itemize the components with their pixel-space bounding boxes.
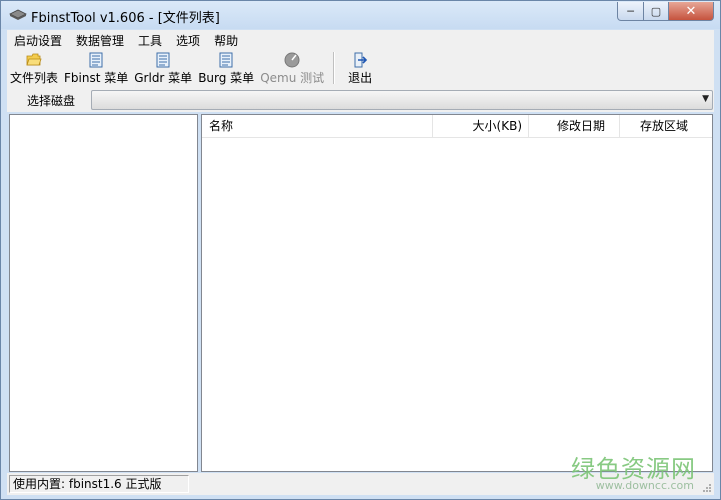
fbinst-menu-button[interactable]: Fbinst 菜单: [61, 50, 131, 85]
status-text: 使用内置: fbinst1.6 正式版: [9, 475, 189, 493]
qemu-test-label: Qemu 测试: [260, 71, 325, 85]
maximize-button[interactable]: ▢: [644, 2, 669, 21]
file-list-label: 文件列表: [10, 71, 59, 85]
column-header-date[interactable]: 修改日期: [529, 115, 620, 137]
menu-options[interactable]: 选项: [169, 32, 207, 49]
window-controls: ─ ▢ ✕: [617, 2, 714, 22]
file-list-button[interactable]: 文件列表: [7, 50, 61, 85]
document-icon: [155, 52, 171, 68]
menu-help[interactable]: 帮助: [207, 32, 245, 49]
exit-label: 退出: [348, 71, 373, 85]
file-list-panel[interactable]: 名称 大小(KB) 修改日期 存放区域: [201, 114, 713, 472]
menu-boot-settings[interactable]: 启动设置: [7, 32, 69, 49]
minimize-button[interactable]: ─: [617, 2, 644, 21]
menu-tools[interactable]: 工具: [131, 32, 169, 49]
burg-menu-label: Burg 菜单: [198, 71, 255, 85]
drive-icon: [9, 9, 27, 20]
column-header-name[interactable]: 名称: [202, 115, 433, 137]
disk-select-row: 选择磁盘 ▼: [7, 88, 714, 112]
qemu-test-button[interactable]: Qemu 测试: [257, 50, 327, 85]
file-list-header: 名称 大小(KB) 修改日期 存放区域: [202, 115, 712, 138]
menu-data-management[interactable]: 数据管理: [69, 32, 131, 49]
close-icon: ✕: [685, 3, 697, 19]
partition-tree-panel[interactable]: [9, 114, 198, 472]
exit-button[interactable]: 退出: [345, 50, 375, 85]
document-icon: [88, 52, 104, 68]
folder-icon: [26, 52, 42, 68]
minimize-icon: ─: [627, 4, 634, 18]
document-icon: [218, 52, 234, 68]
app-window: FbinstTool v1.606 - [文件列表] ─ ▢ ✕ 启动设置 数据…: [0, 0, 721, 500]
grldr-menu-button[interactable]: Grldr 菜单: [131, 50, 195, 85]
disk-select-label: 选择磁盘: [27, 94, 76, 108]
toolbar-separator: [333, 52, 336, 84]
burg-menu-button[interactable]: Burg 菜单: [195, 50, 257, 85]
fbinst-menu-label: Fbinst 菜单: [64, 71, 129, 85]
close-button[interactable]: ✕: [669, 2, 714, 21]
window-title: FbinstTool v1.606 - [文件列表]: [31, 11, 220, 26]
grldr-menu-label: Grldr 菜单: [134, 71, 193, 85]
column-header-size[interactable]: 大小(KB): [433, 115, 529, 137]
column-header-area[interactable]: 存放区域: [620, 115, 712, 137]
disk-select-dropdown[interactable]: ▼: [91, 90, 713, 110]
title-bar[interactable]: FbinstTool v1.606 - [文件列表] ─ ▢ ✕: [1, 1, 720, 29]
toolbar: 文件列表 Fbinst 菜单 Grldr 菜单 Burg 菜单 Qemu 测试 …: [7, 50, 714, 88]
maximize-icon: ▢: [650, 4, 662, 18]
menu-bar: 启动设置 数据管理 工具 选项 帮助: [7, 30, 714, 50]
watermark-url: www.downcc.com: [595, 479, 694, 492]
resize-grip-icon[interactable]: [702, 483, 712, 493]
exit-icon: [352, 52, 368, 68]
disc-icon: [284, 52, 300, 68]
chevron-down-icon: ▼: [702, 94, 709, 104]
